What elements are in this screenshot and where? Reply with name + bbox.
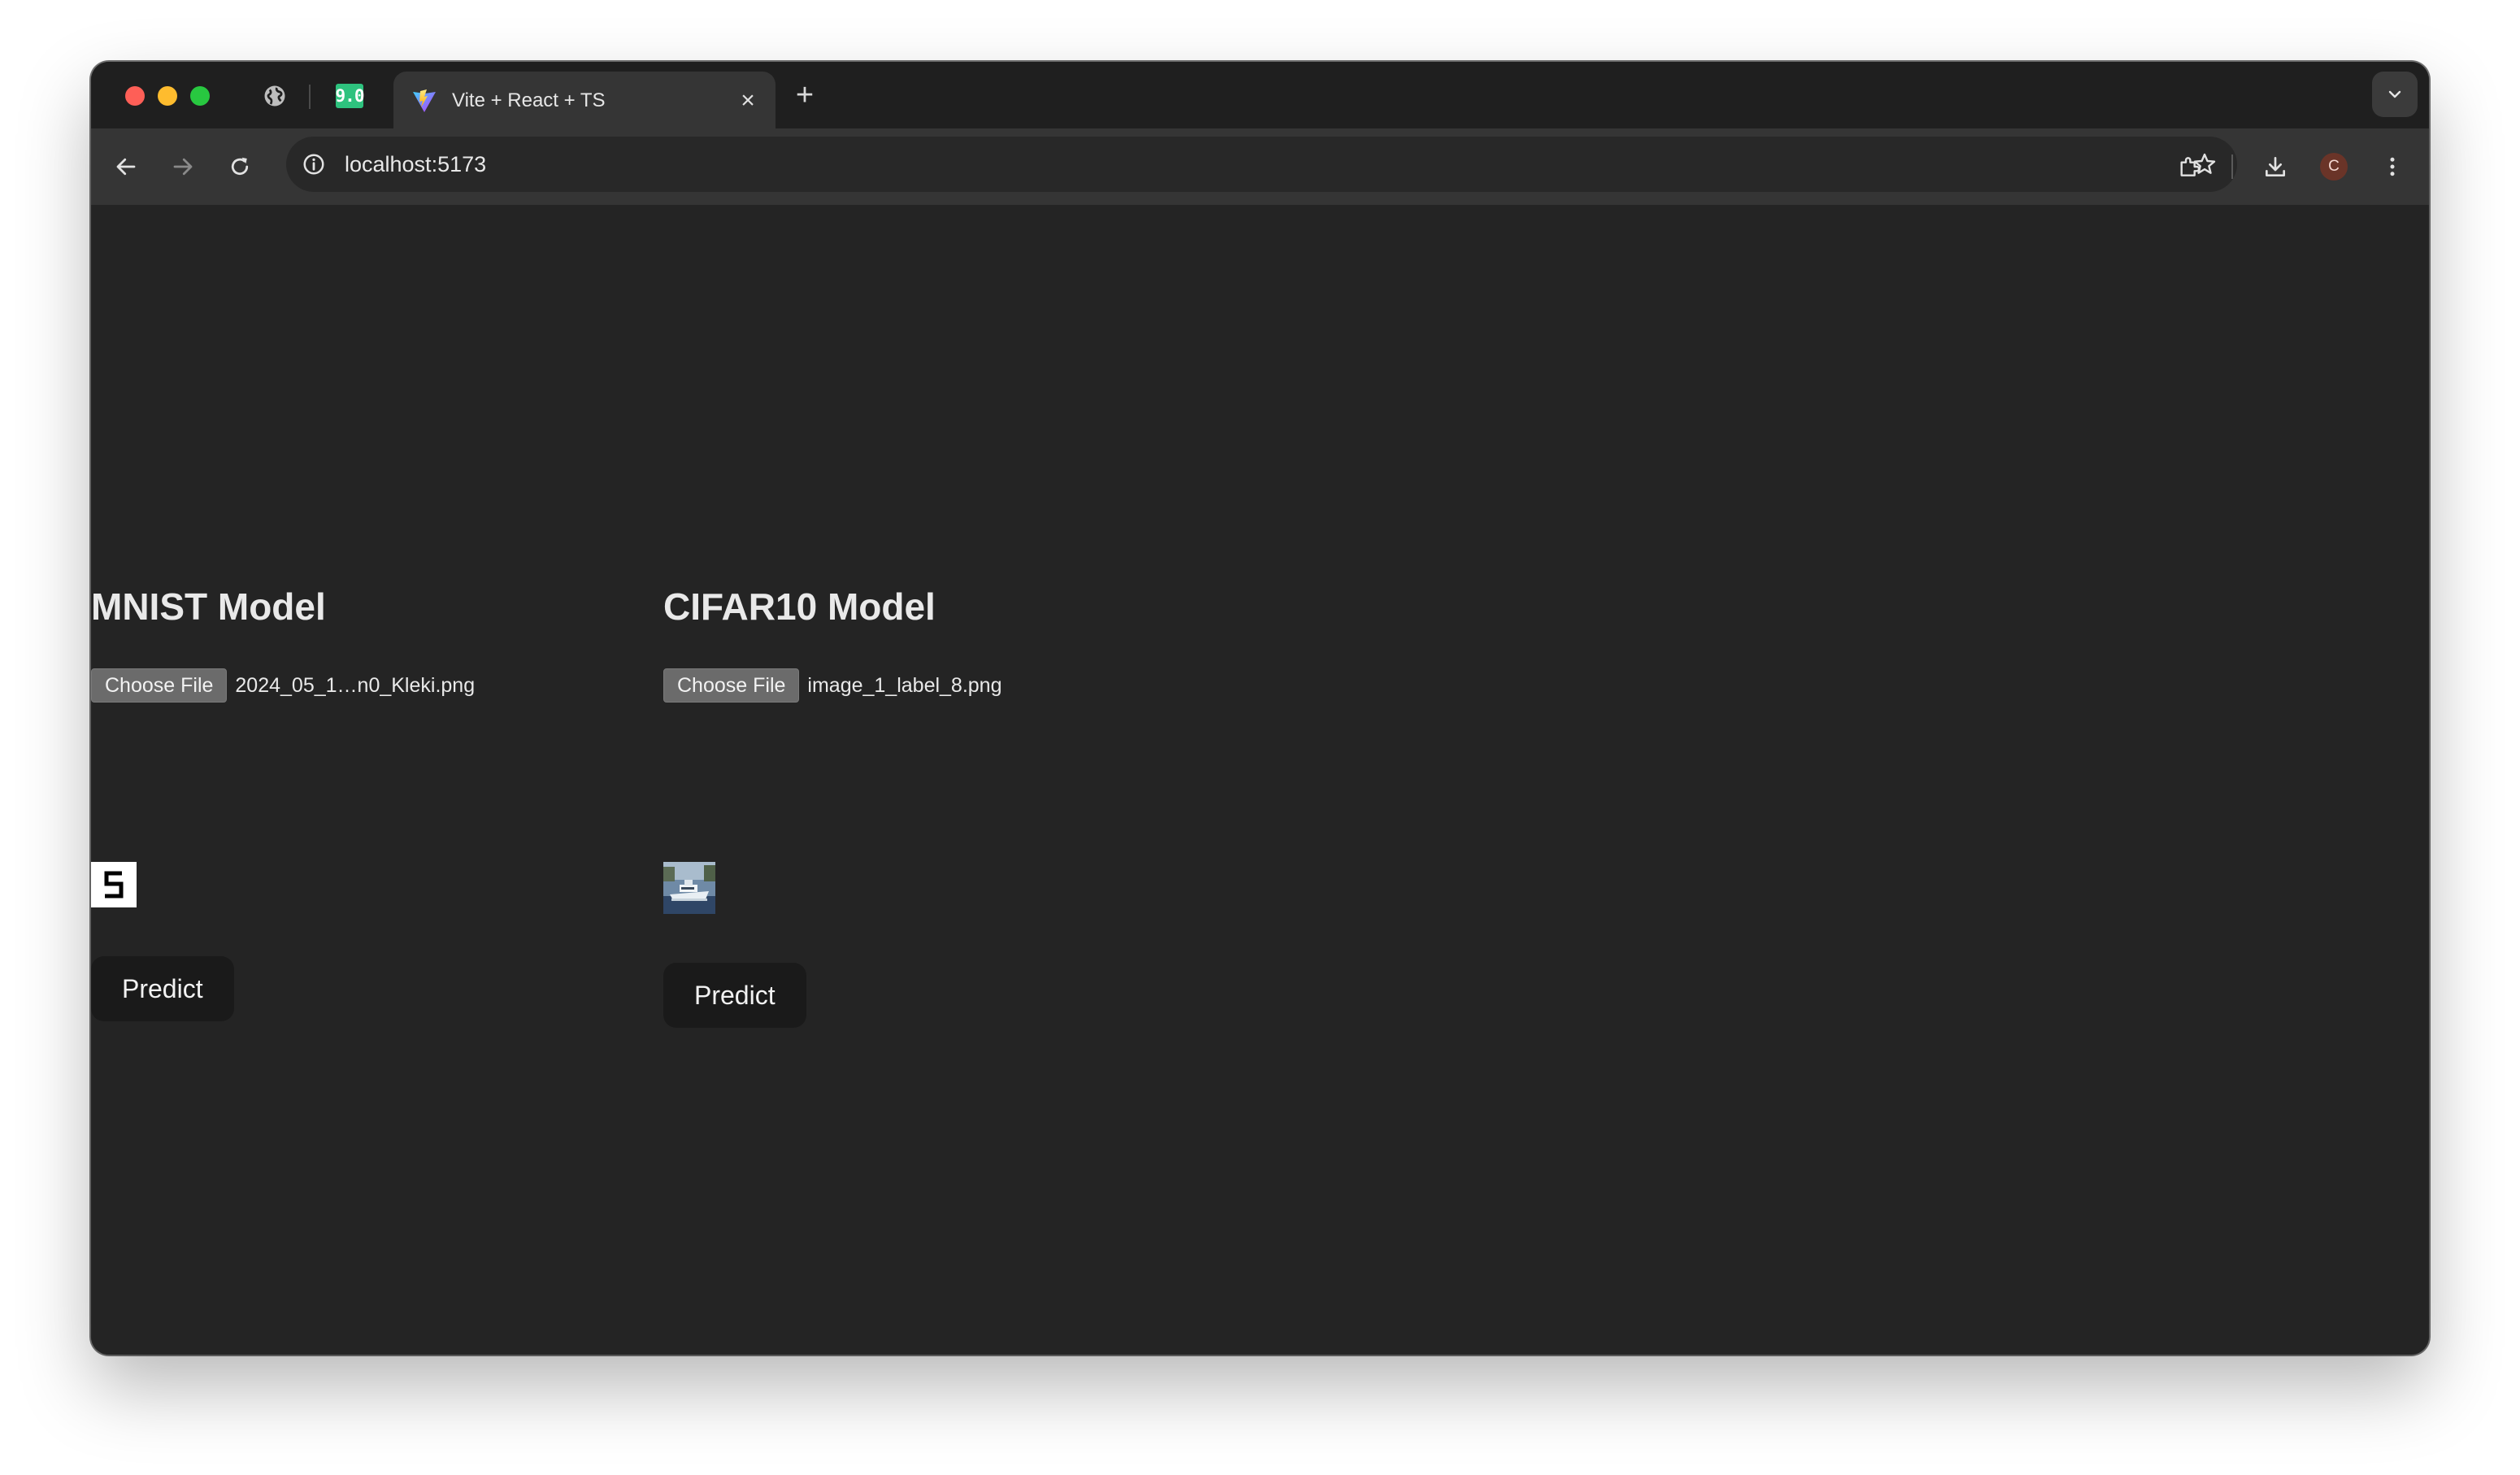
cifar10-file-input[interactable]: Choose File image_1_label_8.png: [663, 668, 1002, 703]
chevron-down-icon: [2388, 90, 2401, 98]
cifar10-choose-file-button[interactable]: Choose File: [663, 668, 800, 703]
url-text[interactable]: localhost:5173: [345, 150, 486, 178]
kebab-menu-icon: [2390, 157, 2395, 176]
digit-image: [104, 871, 124, 898]
close-icon[interactable]: ×: [735, 88, 761, 114]
tab-title: Vite + React + TS: [452, 89, 606, 111]
toolbar-divider: [2231, 154, 2233, 179]
cifar10-image-preview: [663, 862, 715, 914]
back-arrow-icon: [116, 158, 136, 176]
globe-icon: [264, 85, 285, 107]
mnist-file-input[interactable]: Choose File 2024_05_1…n0_Kleki.png: [91, 668, 475, 703]
tab-strip: 9.0 Vite + React + TS × +: [91, 62, 2429, 128]
mnist-predict-button[interactable]: Predict: [91, 956, 234, 1021]
reload-button[interactable]: [221, 148, 259, 185]
download-icon: [2266, 157, 2285, 176]
new-tab-button[interactable]: +: [789, 80, 821, 112]
tab-search-button[interactable]: [2372, 72, 2418, 117]
extensions-icon: [2180, 157, 2201, 176]
tab-divider: [309, 85, 311, 109]
page-content: MNIST Model Choose File 2024_05_1…n0_Kle…: [91, 205, 2429, 1355]
profile-button[interactable]: C: [2315, 148, 2353, 185]
browser-window: 9.0 Vite + React + TS × + localhost:5173…: [91, 62, 2429, 1355]
pinned-tab-globe[interactable]: [257, 78, 293, 114]
cifar10-title: CIFAR10 Model: [663, 585, 936, 628]
site-info-button[interactable]: [298, 148, 330, 181]
mnist-image-preview: [91, 862, 137, 907]
vite-logo-icon: [413, 89, 436, 112]
info-icon: [303, 154, 324, 175]
downloads-button[interactable]: [2257, 148, 2294, 185]
reload-icon: [231, 157, 249, 176]
browser-toolbar: localhost:5173 C: [91, 128, 2429, 207]
extensions-button[interactable]: [2170, 148, 2208, 185]
mnist-file-name: 2024_05_1…n0_Kleki.png: [235, 673, 476, 697]
pinned-tab-badge[interactable]: 9.0: [332, 78, 367, 114]
tab-active[interactable]: Vite + React + TS ×: [393, 72, 776, 128]
avatar: C: [2320, 153, 2348, 181]
mnist-choose-file-button[interactable]: Choose File: [91, 668, 228, 703]
menu-button[interactable]: [2374, 148, 2411, 185]
close-window-button[interactable]: [125, 86, 145, 106]
cifar10-predict-button[interactable]: Predict: [663, 963, 806, 1028]
cifar10-file-name: image_1_label_8.png: [807, 673, 1002, 697]
forward-button[interactable]: [164, 148, 202, 185]
minimize-window-button[interactable]: [158, 86, 177, 106]
badge-favicon: 9.0: [336, 84, 364, 108]
mnist-title: MNIST Model: [91, 585, 326, 628]
plus-icon: +: [795, 78, 815, 112]
address-bar[interactable]: localhost:5173: [286, 137, 2237, 192]
forward-arrow-icon: [173, 158, 193, 176]
zoom-window-button[interactable]: [190, 86, 210, 106]
back-button[interactable]: [107, 148, 145, 185]
ship-image: [663, 862, 715, 914]
